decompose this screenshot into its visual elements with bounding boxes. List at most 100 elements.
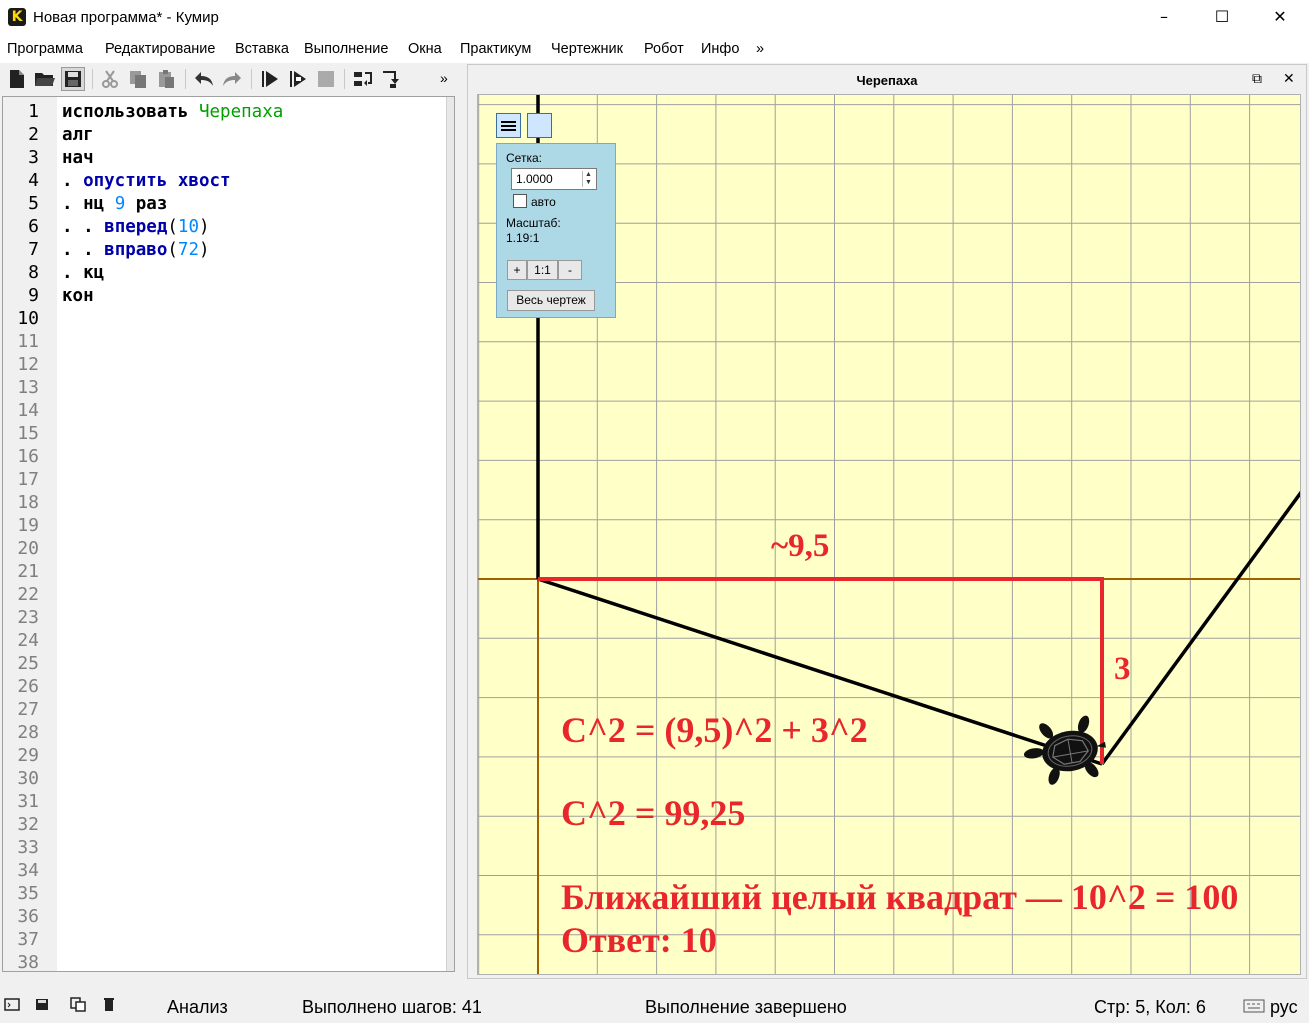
line-number: 23	[17, 607, 39, 628]
save-output-icon[interactable]	[35, 996, 51, 1012]
paste-icon[interactable]	[154, 67, 178, 91]
new-file-icon[interactable]	[5, 67, 29, 91]
grid-size-input[interactable]: 1.0000 ▲ ▼	[511, 168, 597, 190]
toolbar: »	[0, 63, 460, 95]
zoom-out-button[interactable]: -	[558, 260, 582, 280]
line-number-gutter: 1 2 3 4 5 6 7 8 9 10 11 12 13 14 15 16 17 18 19 20 21 22 23 24 2…	[3, 97, 57, 971]
stop-icon[interactable]	[314, 67, 338, 91]
line-number: 13	[17, 377, 39, 398]
line-number: 27	[17, 699, 39, 720]
line-number: 21	[17, 561, 39, 582]
status-bar: Анализ Выполнено шагов: 41 Выполнение за…	[0, 990, 1309, 1023]
menu-bar: Программа Редактирование Вставка Выполне…	[0, 36, 1309, 63]
copy-output-icon[interactable]	[70, 996, 86, 1012]
line-number: 32	[17, 814, 39, 835]
line-number: 18	[17, 492, 39, 513]
line-number: 3	[28, 147, 39, 168]
menu-edit[interactable]: Редактирование	[105, 41, 215, 57]
line-number: 7	[28, 239, 39, 260]
menu-windows[interactable]: Окна	[408, 41, 442, 57]
line-number: 35	[17, 883, 39, 904]
turtle-icon	[1023, 715, 1106, 785]
turtle-panel-title: Черепаха	[856, 73, 918, 88]
annotation-equation-2: C^2 = 99,25	[561, 793, 746, 833]
run-icon[interactable]	[258, 67, 282, 91]
auto-grid-label: авто	[531, 195, 556, 209]
line-number: 17	[17, 469, 39, 490]
menu-overflow[interactable]: »	[756, 41, 764, 57]
editor-scrollbar[interactable]	[446, 97, 454, 971]
close-panel-icon[interactable]: ✕	[1283, 71, 1295, 87]
line-number: 8	[28, 262, 39, 283]
line-number: 25	[17, 653, 39, 674]
full-drawing-button[interactable]: Весь чертеж	[507, 290, 595, 311]
line-number: 29	[17, 745, 39, 766]
copy-icon[interactable]	[126, 67, 150, 91]
execution-state: Выполнение завершено	[645, 997, 847, 1017]
line-number: 9	[28, 285, 39, 306]
annotation-equation-3: Ближайший целый квадрат — 10^2 = 100	[561, 877, 1239, 917]
title-bar: K Новая программа* - Кумир – ☐ ✕	[0, 0, 1309, 36]
menu-info[interactable]: Инфо	[701, 41, 739, 57]
color-toggle-button[interactable]	[527, 113, 552, 138]
grid-settings-panel: Сетка: 1.0000 ▲ ▼ авто Масштаб: 1.19:1 + …	[496, 143, 616, 318]
code-line-6[interactable]: . . вперед(10)	[62, 216, 210, 239]
open-folder-icon[interactable]	[33, 67, 57, 91]
scale-label: Масштаб:	[506, 216, 561, 230]
code-line-2[interactable]: алг	[62, 124, 94, 147]
line-number: 14	[17, 400, 39, 421]
cursor-position: Стр: 5, Кол: 6	[1094, 997, 1206, 1017]
zoom-reset-button[interactable]: 1:1	[527, 260, 558, 280]
code-line-1[interactable]: использовать Черепаха	[62, 101, 283, 124]
line-number: 33	[17, 837, 39, 858]
line-number: 30	[17, 768, 39, 789]
step-run-icon[interactable]	[286, 67, 310, 91]
turtle-trail	[1100, 490, 1300, 766]
line-number: 16	[17, 446, 39, 467]
kumir-app-icon: K	[8, 8, 26, 26]
menu-insert[interactable]: Вставка	[235, 41, 289, 57]
menu-toggle-button[interactable]	[496, 113, 521, 138]
menu-drawer[interactable]: Чертежник	[551, 41, 623, 57]
step-over-icon[interactable]	[351, 67, 375, 91]
undock-panel-icon[interactable]: ⧉	[1252, 71, 1262, 87]
code-editor[interactable]: 1 2 3 4 5 6 7 8 9 10 11 12 13 14 15 16 17 18 19 20 21 22 23 24 2…	[2, 96, 455, 972]
undo-icon[interactable]	[192, 67, 216, 91]
line-number: 2	[28, 124, 39, 145]
analysis-status: Анализ	[167, 997, 228, 1017]
annotation-equation-1: C^2 = (9,5)^2 + 3^2	[561, 710, 868, 750]
menu-practicum[interactable]: Практикум	[460, 41, 531, 57]
menu-robot[interactable]: Робот	[644, 41, 684, 57]
zoom-in-button[interactable]: +	[507, 260, 527, 280]
save-icon[interactable]	[61, 67, 85, 91]
code-line-7[interactable]: . . вправо(72)	[62, 239, 210, 262]
console-icon[interactable]	[4, 996, 20, 1012]
line-number: 12	[17, 354, 39, 375]
menu-run[interactable]: Выполнение	[304, 41, 388, 57]
code-line-5[interactable]: . нц 9 раз	[62, 193, 167, 216]
menu-program[interactable]: Программа	[7, 41, 83, 57]
line-number: 34	[17, 860, 39, 881]
redo-icon[interactable]	[220, 67, 244, 91]
code-line-9[interactable]: кон	[62, 285, 94, 308]
step-into-icon[interactable]	[379, 67, 403, 91]
steps-count: Выполнено шагов: 41	[302, 997, 482, 1017]
line-number: 24	[17, 630, 39, 651]
line-number: 5	[28, 193, 39, 214]
line-number: 1	[28, 101, 39, 122]
cut-icon[interactable]	[98, 67, 122, 91]
line-number: 38	[17, 952, 39, 972]
auto-grid-checkbox[interactable]	[513, 194, 527, 208]
close-window-button[interactable]: ✕	[1251, 0, 1309, 36]
keyboard-layout[interactable]: рус	[1270, 997, 1298, 1018]
code-line-4[interactable]: . опустить хвост	[62, 170, 231, 193]
minimize-button[interactable]: –	[1135, 0, 1193, 36]
maximize-button[interactable]: ☐	[1193, 0, 1251, 36]
line-number: 37	[17, 929, 39, 950]
line-number: 31	[17, 791, 39, 812]
code-line-3[interactable]: нач	[62, 147, 94, 170]
clear-output-icon[interactable]	[101, 996, 117, 1012]
code-line-8[interactable]: . кц	[62, 262, 104, 285]
grid-spinner[interactable]: ▲ ▼	[582, 171, 594, 187]
toolbar-overflow-button[interactable]: »	[440, 70, 448, 86]
